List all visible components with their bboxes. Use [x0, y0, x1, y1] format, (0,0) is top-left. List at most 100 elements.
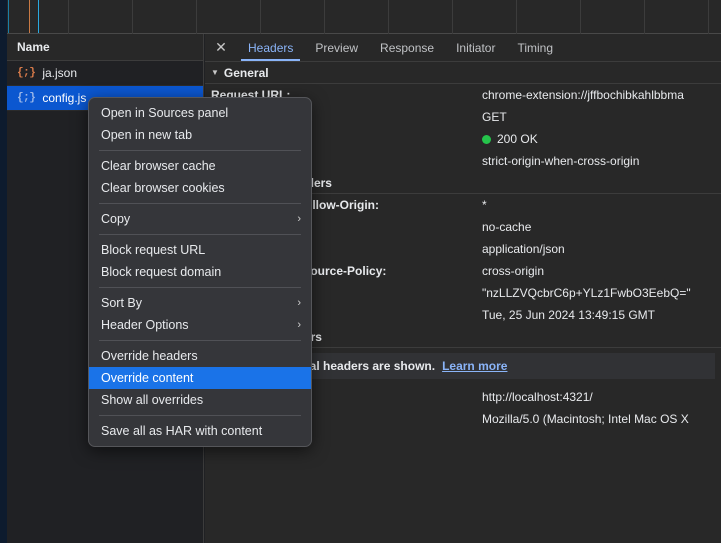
chevron-down-icon: ▼ [211, 68, 219, 77]
chevron-right-icon: › [297, 213, 301, 225]
overview-gridline [260, 0, 261, 34]
tab-label: Headers [248, 40, 294, 55]
learn-more-link[interactable]: Learn more [442, 359, 507, 373]
menu-item-label: Header Options [101, 318, 189, 332]
header-value: strict-origin-when-cross-origin [482, 150, 721, 172]
header-value-text: GET [482, 110, 507, 124]
menu-item-save-all-as-har-with-content[interactable]: Save all as HAR with content [89, 420, 311, 442]
header-value-text: cross-origin [482, 264, 545, 278]
header-value: GET [482, 106, 721, 128]
menu-separator [99, 415, 301, 416]
menu-item-block-request-url[interactable]: Block request URL [89, 239, 311, 261]
section-title: General [223, 65, 269, 80]
menu-item-show-all-overrides[interactable]: Show all overrides [89, 389, 311, 411]
header-value-text: strict-origin-when-cross-origin [482, 154, 640, 168]
header-value-text: Mozilla/5.0 (Macintosh; Intel Mac OS X [482, 412, 689, 426]
detail-tab-bar: ✕ Headers Preview Response Initiator Timing [205, 34, 721, 62]
header-value: no-cache [482, 216, 721, 238]
menu-item-label: Sort By [101, 296, 142, 310]
network-request-row[interactable]: {;} ja.json [7, 61, 203, 86]
tab-response[interactable]: Response [369, 34, 445, 61]
overview-event-marker [38, 0, 39, 33]
overview-gridline [324, 0, 325, 34]
header-value-text: "nzLLZVQcbrC6p+YLz1FwbO3EebQ=" [482, 286, 691, 300]
menu-item-label: Override content [101, 371, 194, 385]
header-value-text: chrome-extension://jffbochibkahlbbma [482, 88, 684, 102]
menu-item-open-in-new-tab[interactable]: Open in new tab [89, 124, 311, 146]
chevron-right-icon: › [297, 297, 301, 309]
section-header-general[interactable]: ▼ General [205, 62, 721, 84]
tab-label: Initiator [456, 40, 496, 55]
menu-item-label: Copy [101, 212, 131, 226]
header-value-text: 200 OK [497, 132, 538, 146]
menu-item-block-request-domain[interactable]: Block request domain [89, 261, 311, 283]
close-icon-glyph: ✕ [215, 39, 227, 55]
overview-gridline [644, 0, 645, 34]
overview-gridline [452, 0, 453, 34]
menu-item-label: Save all as HAR with content [101, 424, 263, 438]
menu-item-open-in-sources-panel[interactable]: Open in Sources panel [89, 102, 311, 124]
column-header-name-label: Name [17, 40, 50, 54]
column-header-name[interactable]: Name [7, 34, 203, 61]
overview-gridline [708, 0, 709, 34]
network-context-menu[interactable]: Open in Sources panel Open in new tab Clea… [88, 97, 312, 447]
menu-item-label: Clear browser cache [101, 159, 216, 173]
header-value: application/json [482, 238, 721, 260]
request-list-gutter [0, 34, 7, 543]
overview-gridline [580, 0, 581, 34]
menu-item-clear-browser-cookies[interactable]: Clear browser cookies [89, 177, 311, 199]
menu-item-label: Block request URL [101, 243, 206, 257]
overview-gridline [68, 0, 69, 34]
tab-label: Timing [517, 40, 554, 55]
overview-left-gutter [0, 0, 7, 34]
header-value-text: * [482, 198, 487, 212]
json-file-icon: {;} [17, 67, 36, 79]
menu-separator [99, 234, 301, 235]
menu-item-sort-by[interactable]: Sort By › [89, 292, 311, 314]
tab-headers[interactable]: Headers [237, 34, 304, 61]
close-icon[interactable]: ✕ [205, 34, 237, 61]
header-value: http://localhost:4321/ [482, 386, 721, 408]
menu-separator [99, 287, 301, 288]
menu-item-header-options[interactable]: Header Options › [89, 314, 311, 336]
menu-item-label: Show all overrides [101, 393, 204, 407]
overview-gridline [196, 0, 197, 34]
json-file-icon: {;} [17, 92, 36, 104]
overview-event-marker [29, 0, 30, 33]
network-overview-timeline[interactable] [0, 0, 721, 34]
request-name-label: ja.json [42, 66, 77, 80]
overview-gridline [516, 0, 517, 34]
menu-item-label: Override headers [101, 349, 198, 363]
header-value: Tue, 25 Jun 2024 13:49:15 GMT [482, 304, 721, 326]
header-value-text: no-cache [482, 220, 532, 234]
menu-separator [99, 203, 301, 204]
menu-item-override-content[interactable]: Override content [89, 367, 311, 389]
tab-label: Preview [315, 40, 359, 55]
chevron-right-icon: › [297, 319, 301, 331]
devtools-network-panel: Name {;} ja.json {;} config.js ✕ Headers Pre… [0, 0, 721, 543]
menu-item-label: Block request domain [101, 265, 222, 279]
menu-item-label: Clear browser cookies [101, 181, 225, 195]
header-value: chrome-extension://jffbochibkahlbbma [482, 84, 721, 106]
status-ok-dot-icon [482, 134, 491, 144]
request-name-label: config.js [42, 91, 87, 105]
menu-item-copy[interactable]: Copy › [89, 208, 311, 230]
menu-item-clear-browser-cache[interactable]: Clear browser cache [89, 155, 311, 177]
header-value: cross-origin [482, 260, 721, 282]
tab-preview[interactable]: Preview [304, 34, 369, 61]
menu-item-label: Open in new tab [101, 128, 193, 142]
header-value: "nzLLZVQcbrC6p+YLz1FwbO3EebQ=" [482, 282, 721, 304]
header-value-text: application/json [482, 242, 565, 256]
header-value: 200 OK [482, 128, 721, 150]
tab-initiator[interactable]: Initiator [445, 34, 506, 61]
menu-separator [99, 340, 301, 341]
menu-item-override-headers[interactable]: Override headers [89, 345, 311, 367]
tab-timing[interactable]: Timing [506, 34, 564, 61]
header-value: Mozilla/5.0 (Macintosh; Intel Mac OS X [482, 408, 721, 430]
overview-event-marker [8, 0, 9, 33]
tab-label: Response [380, 40, 435, 55]
menu-item-label: Open in Sources panel [101, 106, 229, 120]
overview-gridline [388, 0, 389, 34]
header-value-text: Tue, 25 Jun 2024 13:49:15 GMT [482, 308, 655, 322]
header-value-text: http://localhost:4321/ [482, 390, 593, 404]
